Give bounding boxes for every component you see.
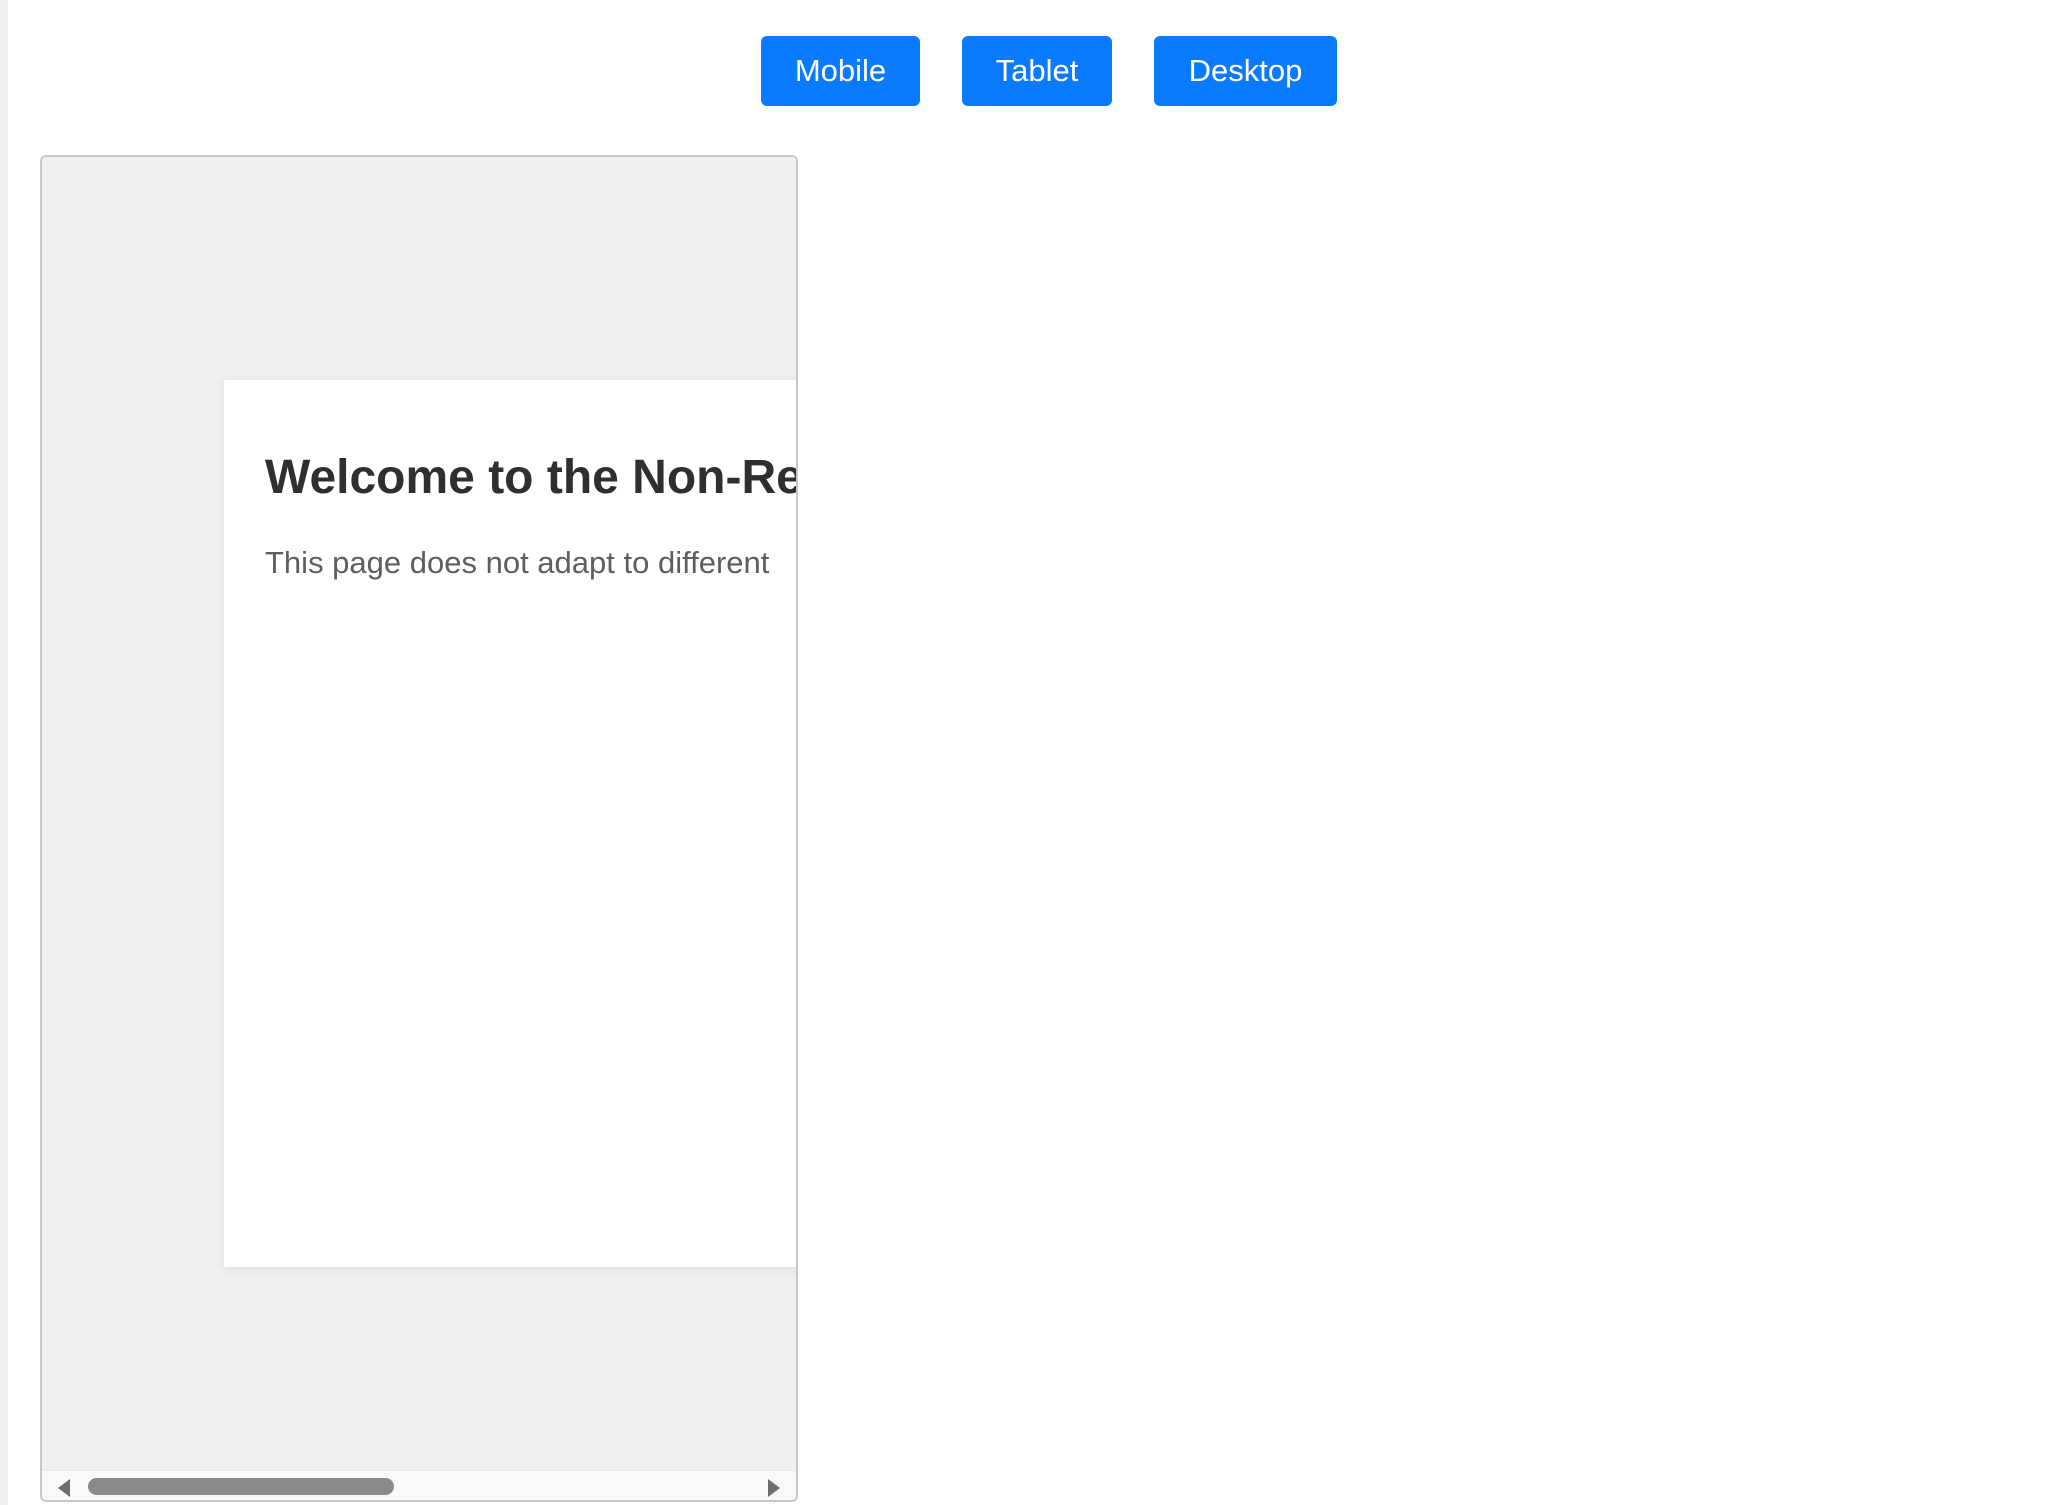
page-content-card: Welcome to the Non-Re This page does not… — [224, 380, 796, 1267]
page-description: This page does not adapt to different — [265, 545, 770, 580]
tablet-button[interactable]: Tablet — [962, 36, 1112, 106]
scroll-right-arrow-icon[interactable] — [768, 1479, 780, 1497]
device-toolbar: Mobile Tablet Desktop — [0, 36, 2069, 106]
device-preview-frame: Welcome to the Non-Re This page does not… — [40, 155, 798, 1502]
page-heading: Welcome to the Non-Re — [265, 451, 796, 504]
scroll-left-arrow-icon[interactable] — [58, 1479, 70, 1497]
window-left-edge — [0, 0, 8, 1505]
scrollbar-thumb[interactable] — [88, 1478, 394, 1495]
preview-viewport[interactable]: Welcome to the Non-Re This page does not… — [42, 157, 796, 1475]
mobile-button[interactable]: Mobile — [761, 36, 920, 106]
desktop-button[interactable]: Desktop — [1154, 36, 1337, 106]
horizontal-scrollbar[interactable] — [42, 1470, 796, 1500]
